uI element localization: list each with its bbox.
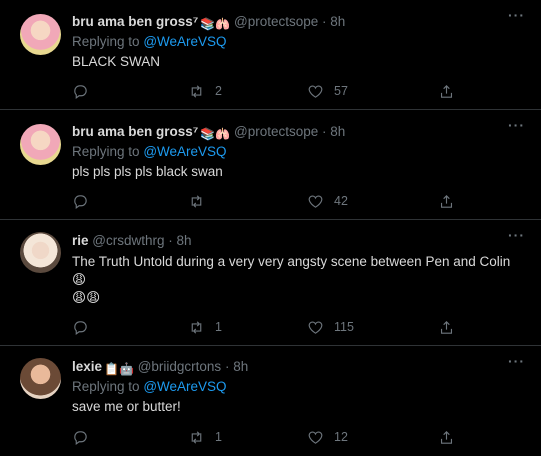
heart-icon xyxy=(308,85,323,98)
retweet-icon xyxy=(191,430,202,444)
like-button[interactable]: 12 xyxy=(307,427,348,447)
reply-icon xyxy=(74,84,87,99)
more-icon[interactable]: ··· xyxy=(508,228,525,242)
retweet-count: 1 xyxy=(215,430,222,444)
timestamp[interactable]: 8h xyxy=(177,233,192,248)
tweet-text: save me or butter! xyxy=(72,399,181,414)
tweet-actions: 42 xyxy=(72,191,481,211)
like-count: 12 xyxy=(334,430,348,444)
tweet-actions: 2 57 xyxy=(72,81,481,101)
tweet[interactable]: bru ama ben gross⁷ 📚🫁 @protectsope · 8h R… xyxy=(0,0,541,110)
tweet-header: rie @crsdwthrg · 8h xyxy=(72,231,527,251)
display-name[interactable]: bru ama ben gross⁷ xyxy=(72,14,198,29)
timestamp[interactable]: 8h xyxy=(330,124,345,139)
replying-to: Replying to @WeAreVSQ xyxy=(72,33,527,51)
tweet-header: bru ama ben gross⁷ 📚🫁 @protectsope · 8h xyxy=(72,12,527,32)
separator: · xyxy=(168,233,173,248)
replying-to-link[interactable]: @WeAreVSQ xyxy=(143,144,226,159)
share-button[interactable] xyxy=(438,191,455,211)
like-count: 42 xyxy=(334,194,348,208)
handle[interactable]: @crsdwthrg xyxy=(92,233,164,248)
like-button[interactable]: 42 xyxy=(307,191,348,211)
more-icon[interactable]: ··· xyxy=(508,8,525,22)
replying-to-link[interactable]: @WeAreVSQ xyxy=(143,34,226,49)
avatar[interactable] xyxy=(20,358,61,399)
tweet-feed: bru ama ben gross⁷ 📚🫁 @protectsope · 8h R… xyxy=(0,0,541,456)
share-icon xyxy=(440,430,453,444)
reply-button[interactable] xyxy=(72,427,99,447)
retweet-button[interactable]: 1 xyxy=(188,427,222,447)
heart-icon xyxy=(308,195,323,208)
reply-icon xyxy=(74,320,87,335)
reply-button[interactable] xyxy=(72,81,99,101)
replying-label: Replying to xyxy=(72,34,140,49)
name-emoji: 📚🫁 xyxy=(200,17,231,31)
more-icon[interactable]: ··· xyxy=(508,354,525,368)
tweet-text: pls pls pls pls black swan xyxy=(72,164,223,179)
heart-icon xyxy=(308,431,323,444)
like-count: 115 xyxy=(334,320,354,334)
retweet-count: 1 xyxy=(215,320,222,334)
avatar[interactable] xyxy=(20,232,61,273)
reply-button[interactable] xyxy=(72,191,99,211)
share-button[interactable] xyxy=(438,81,455,101)
name-emoji: 📚🫁 xyxy=(200,127,231,141)
tweet-text: The Truth Untold during a very very angs… xyxy=(72,254,511,287)
tweet[interactable]: bru ama ben gross⁷ 📚🫁 @protectsope · 8h R… xyxy=(0,110,541,220)
tweet-header: lexie 📋🤖 @briidgcrtons · 8h xyxy=(72,357,527,377)
share-icon xyxy=(440,194,453,208)
reply-icon xyxy=(74,430,87,445)
replying-to: Replying to @WeAreVSQ xyxy=(72,378,527,396)
reply-button[interactable] xyxy=(72,317,99,337)
name-emoji: 📋🤖 xyxy=(104,362,134,376)
share-icon xyxy=(440,320,453,334)
retweet-count: 2 xyxy=(215,84,222,98)
timestamp[interactable]: 8h xyxy=(330,14,345,29)
retweet-icon xyxy=(191,194,202,208)
display-name[interactable]: rie xyxy=(72,233,89,248)
replying-label: Replying to xyxy=(72,144,140,159)
reply-icon xyxy=(74,194,87,209)
handle[interactable]: @protectsope xyxy=(234,14,318,29)
tweet-actions: 1 115 xyxy=(72,317,481,337)
tweet[interactable]: rie @crsdwthrg · 8h The Truth Untold dur… xyxy=(0,220,541,346)
avatar[interactable] xyxy=(20,14,61,55)
share-button[interactable] xyxy=(438,317,455,337)
handle[interactable]: @protectsope xyxy=(234,124,318,139)
retweet-icon xyxy=(191,320,202,334)
timestamp[interactable]: 8h xyxy=(233,359,248,374)
separator: · xyxy=(224,359,230,374)
retweet-icon xyxy=(191,84,202,98)
retweet-button[interactable]: 1 xyxy=(188,317,222,337)
like-count: 57 xyxy=(334,84,348,98)
tweet-header: bru ama ben gross⁷ 📚🫁 @protectsope · 8h xyxy=(72,122,527,142)
display-name[interactable]: lexie xyxy=(72,359,102,374)
avatar[interactable] xyxy=(20,124,61,165)
replying-label: Replying to xyxy=(72,379,140,394)
tweet[interactable]: lexie 📋🤖 @briidgcrtons · 8h Replying to @… xyxy=(0,346,541,456)
share-icon xyxy=(440,84,453,98)
like-button[interactable]: 115 xyxy=(307,317,354,337)
replying-to-link[interactable]: @WeAreVSQ xyxy=(143,379,226,394)
display-name[interactable]: bru ama ben gross⁷ xyxy=(72,124,198,139)
heart-icon xyxy=(308,321,323,334)
tweet-actions: 1 12 xyxy=(72,427,481,447)
separator: · xyxy=(322,14,327,29)
retweet-button[interactable] xyxy=(188,191,215,211)
tweet-text-continued: 😩😩 xyxy=(72,290,101,305)
replying-to: Replying to @WeAreVSQ xyxy=(72,143,527,161)
more-icon[interactable]: ··· xyxy=(508,118,525,132)
like-button[interactable]: 57 xyxy=(307,81,348,101)
retweet-button[interactable]: 2 xyxy=(188,81,222,101)
tweet-text: BLACK SWAN xyxy=(72,54,161,69)
share-button[interactable] xyxy=(438,427,455,447)
separator: · xyxy=(322,124,327,139)
handle[interactable]: @briidgcrtons xyxy=(138,359,222,374)
